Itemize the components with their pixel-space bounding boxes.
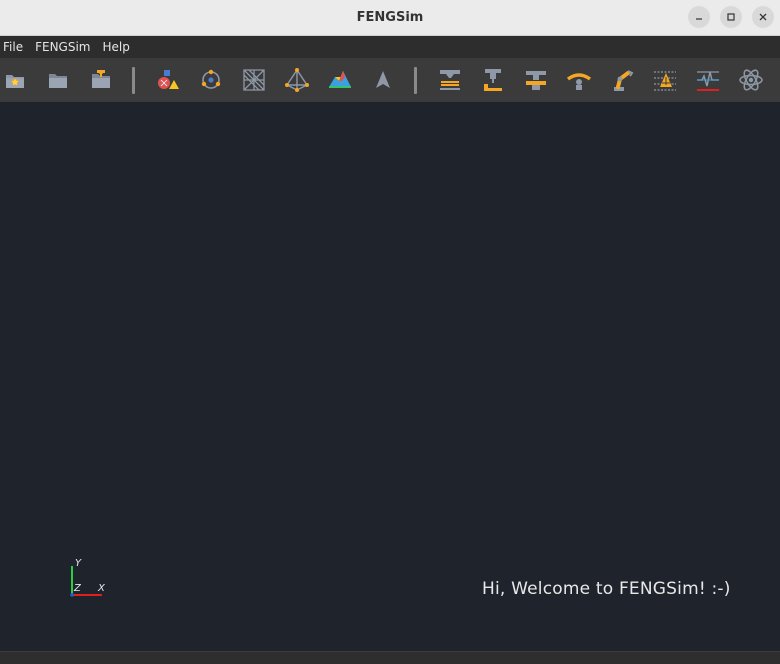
robot-arm-icon: [614, 70, 634, 91]
molecule-button[interactable]: [197, 66, 225, 94]
menu-file[interactable]: File: [0, 40, 30, 54]
minimize-icon: [696, 18, 702, 20]
new-file-icon: [6, 75, 24, 88]
cad-button[interactable]: [154, 66, 182, 94]
open-folder-icon: [49, 74, 67, 88]
bending-button[interactable]: [565, 66, 593, 94]
measurement-button[interactable]: [651, 66, 679, 94]
measurement-icon: [654, 71, 676, 91]
close-icon: [759, 13, 767, 21]
maximize-button[interactable]: [720, 6, 742, 28]
save-folder-button[interactable]: [87, 66, 115, 94]
window-title: FENGSim: [356, 10, 424, 25]
atom-icon: [739, 69, 763, 91]
status-bar: [0, 651, 780, 664]
3d-viewport[interactable]: Y Z X Hi, Welcome to FENGSim! :-): [0, 103, 780, 651]
robot-arm-button[interactable]: [608, 66, 636, 94]
navigation-arrow-icon: [376, 71, 390, 88]
menu-help[interactable]: Help: [100, 40, 137, 54]
polyhedron-icon: [285, 68, 309, 92]
welcome-message: Hi, Welcome to FENGSim! :-): [482, 579, 731, 599]
toolbar: [0, 58, 780, 103]
toolbar-separator: [414, 67, 417, 94]
open-folder-button[interactable]: [44, 66, 72, 94]
mesh-icon: [243, 69, 265, 91]
signal-button[interactable]: [694, 66, 722, 94]
window-controls: [688, 6, 774, 28]
cnc-machining-icon: [484, 69, 502, 91]
menu-fengsim[interactable]: FENGSim: [32, 40, 97, 54]
x-axis-label: X: [97, 583, 106, 594]
y-axis-label: Y: [75, 558, 82, 569]
bending-icon: [566, 73, 592, 90]
menubar: File FENGSim Help: [0, 36, 780, 58]
mesh-button[interactable]: [240, 66, 268, 94]
close-button[interactable]: [752, 6, 774, 28]
maximize-icon: [727, 13, 735, 21]
z-axis-label: Z: [73, 583, 82, 594]
press-icon: [526, 71, 546, 90]
save-folder-icon: [92, 70, 110, 88]
molecule-icon: [201, 69, 221, 89]
surface-plot-button[interactable]: [326, 66, 354, 94]
surface-plot-icon: [329, 71, 351, 88]
orientation-axes: Y Z X: [70, 558, 106, 597]
window-titlebar: FENGSim: [0, 0, 780, 36]
additive-manufacturing-button[interactable]: [436, 66, 464, 94]
navigation-button[interactable]: [369, 66, 397, 94]
cnc-machining-button[interactable]: [479, 66, 507, 94]
additive-manufacturing-icon: [440, 70, 460, 90]
minimize-button[interactable]: [688, 6, 710, 28]
atom-button[interactable]: [737, 66, 765, 94]
signal-icon: [697, 71, 719, 91]
cad-shapes-icon: [158, 70, 179, 89]
press-button[interactable]: [522, 66, 550, 94]
new-file-button[interactable]: [1, 66, 29, 94]
toolbar-separator: [132, 67, 135, 94]
polyhedron-button[interactable]: [283, 66, 311, 94]
